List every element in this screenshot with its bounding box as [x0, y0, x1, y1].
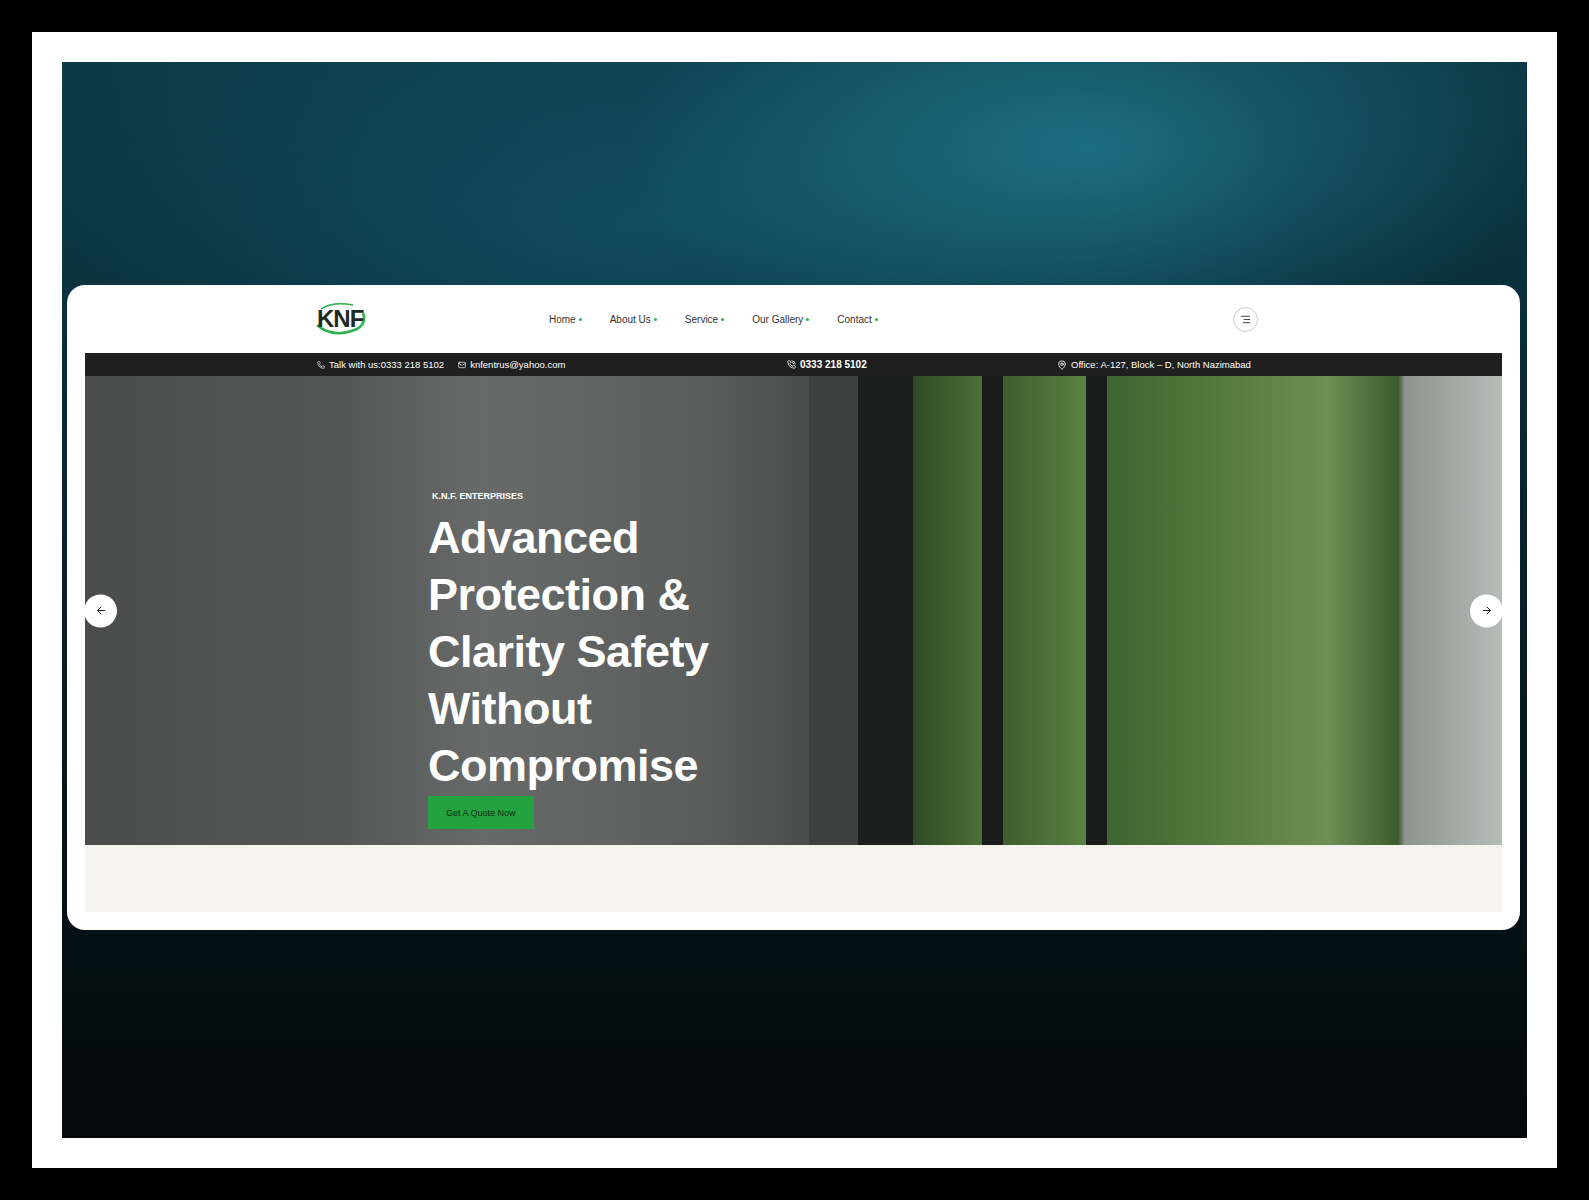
next-slide-button[interactable] — [1470, 594, 1503, 627]
menu-icon — [1240, 314, 1251, 325]
arrow-left-icon — [95, 605, 107, 617]
presentation-frame: KNF Home About Us Service Our Gallery Contact… — [0, 0, 1589, 1200]
arrow-right-icon — [1481, 605, 1493, 617]
nav-item[interactable]: Home — [549, 314, 582, 325]
hero-content: K.N.F. ENTERPRISES AdvancedProtection &Cl… — [85, 376, 809, 845]
nav-item[interactable]: About Us — [610, 314, 657, 325]
website-card: KNF Home About Us Service Our Gallery Contact… — [67, 285, 1520, 930]
hero-title-line: Without — [428, 680, 709, 737]
prev-slide-button[interactable] — [84, 594, 117, 627]
nav-dot — [875, 318, 878, 321]
hero-title: AdvancedProtection &Clarity SafetyWithou… — [428, 509, 709, 794]
mail-icon — [458, 361, 466, 369]
nav-dot — [654, 318, 657, 321]
map-pin-icon — [1057, 360, 1067, 370]
nav-dot — [721, 318, 724, 321]
main-nav: Home About Us Service Our Gallery Contact — [549, 314, 878, 325]
nav-dot — [806, 318, 809, 321]
nav-item[interactable]: Service — [685, 314, 724, 325]
hero-photo — [809, 376, 1502, 845]
phone-call-icon — [787, 360, 796, 369]
logo-box: KNF — [317, 301, 549, 337]
hero-slider: K.N.F. ENTERPRISES AdvancedProtection &Cl… — [85, 376, 1502, 845]
hero-title-line: Advanced — [428, 509, 709, 566]
email-text[interactable]: knfentrus@yahoo.com — [458, 359, 565, 370]
hero-title-line: Protection & — [428, 566, 709, 623]
contact-bar: Talk with us:0333 218 5102 knfentrus@yaho… — [85, 353, 1502, 376]
nav-item[interactable]: Our Gallery — [752, 314, 809, 325]
contact-left: Talk with us:0333 218 5102 knfentrus@yaho… — [317, 359, 787, 370]
hero-title-line: Clarity Safety — [428, 623, 709, 680]
phone-icon — [317, 361, 325, 369]
nav-dot — [579, 318, 582, 321]
phone-center[interactable]: 0333 218 5102 — [787, 359, 1057, 370]
hero-eyebrow: K.N.F. ENTERPRISES — [432, 491, 523, 501]
logo[interactable]: KNF — [317, 301, 363, 337]
menu-button[interactable] — [1233, 307, 1258, 332]
site-header: KNF Home About Us Service Our Gallery Contact — [85, 285, 1502, 353]
stage-background: KNF Home About Us Service Our Gallery Contact… — [62, 62, 1527, 1138]
talk-text[interactable]: Talk with us:0333 218 5102 — [317, 359, 444, 370]
section-strip — [85, 845, 1502, 912]
hero-title-line: Compromise — [428, 737, 709, 794]
white-mat: KNF Home About Us Service Our Gallery Contact… — [32, 32, 1557, 1168]
quote-button[interactable]: Get A Quote Now — [428, 796, 534, 829]
logo-text: KNF — [317, 305, 363, 333]
nav-item[interactable]: Contact — [837, 314, 877, 325]
office-text: Office: A-127, Block – D, North Nazimaba… — [1057, 359, 1251, 370]
